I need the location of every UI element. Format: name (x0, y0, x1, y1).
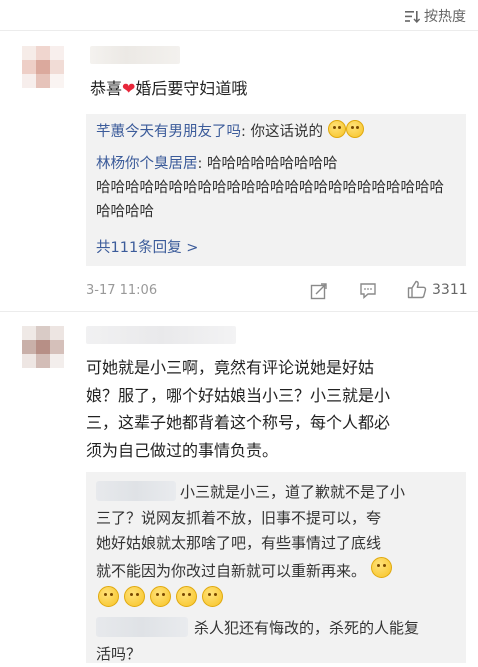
comment-content: 恭喜❤婚后要守妇道哦 (90, 76, 247, 102)
divider (0, 311, 478, 312)
sweat-smile-emoji-icon (176, 586, 197, 607)
share-icon[interactable] (310, 282, 328, 300)
reply-text-line2: 哈哈哈哈哈哈哈哈哈哈哈哈哈哈哈哈哈哈哈哈哈哈哈哈 (96, 180, 444, 196)
reply-line: 杀人犯还有悔改的，杀死的人能复 (194, 619, 420, 637)
reply-text-line1: : 哈哈哈哈哈哈哈哈哈 (197, 156, 338, 172)
comment-content: 可她就是小三啊，竟然有评论说她是好姑 娘？服了，哪个好姑娘当小三？小三就是小 三… (86, 354, 390, 464)
reply-line: 她好姑娘就太那啥了吧，有些事情过了底线 (96, 534, 382, 552)
like-button[interactable]: 3311 (407, 280, 468, 299)
thumbs-up-icon (407, 280, 427, 299)
sweat-smile-emoji-icon (150, 586, 171, 607)
sort-by-hot-button[interactable]: 按热度 (405, 6, 466, 26)
sort-label: 按热度 (424, 9, 466, 25)
comment-line: 三，这辈子她都背着这个称号，每个人都必 (86, 413, 391, 432)
comment-text: 恭喜 (90, 79, 123, 98)
timestamp: 3-17 11:06 (86, 283, 158, 298)
sweat-smile-emoji-icon (98, 586, 119, 607)
reply-username[interactable]: 林杨你个臭居居 (96, 156, 198, 172)
sweat-smile-emoji-icon (202, 586, 223, 607)
username-blurred[interactable] (90, 46, 180, 64)
sort-icon (405, 10, 420, 23)
comment-text: 婚后要守妇道哦 (135, 79, 248, 98)
username-blurred[interactable] (86, 326, 236, 344)
reply-line: 就不能因为你改过自新就可以重新再来。 (96, 561, 367, 580)
reply-line: 活吗？ (96, 644, 142, 663)
heart-emoji-icon: ❤ (122, 79, 136, 98)
comment-line: 可她就是小三啊，竟然有评论说她是好姑 (86, 358, 375, 377)
comment-line: 须为自己做过的事情负责。 (86, 440, 279, 460)
reply-item: 杀人犯还有悔改的，杀死的人能复 活吗？ (96, 616, 460, 667)
avatar[interactable] (22, 46, 64, 88)
sweat-smile-emoji-icon (370, 556, 392, 578)
sweat-smile-emoji-icon (124, 586, 145, 607)
reply-username[interactable]: 芊蕙今天有男朋友了吗 (96, 124, 241, 140)
reply-item: 芊蕙今天有男朋友了吗: 你这话说的 (96, 120, 458, 144)
laugh-cry-emoji-icon (327, 120, 346, 138)
comment-line: 娘？服了，哪个好姑娘当小三？小三就是小 (86, 385, 391, 405)
like-count: 3311 (432, 281, 468, 298)
reply-line: 小三就是小三，道了歉就不是了小 (180, 483, 406, 501)
laugh-cry-emoji-icon (345, 120, 364, 138)
avatar[interactable] (22, 326, 64, 368)
reply-item: 林杨你个臭居居: 哈哈哈哈哈哈哈哈哈 哈哈哈哈哈哈哈哈哈哈哈哈哈哈哈哈哈哈哈哈哈… (96, 152, 458, 224)
divider (0, 30, 478, 31)
emoji-row (98, 586, 223, 607)
reply-text-line3: 哈哈哈哈 (96, 204, 154, 220)
reply-item: 小三就是小三，道了歉就不是了小 三了？说网友抓着不放，旧事不提可以，夸 她好姑娘… (96, 480, 460, 584)
reply-text: : 你这话说的 (241, 124, 323, 140)
reply-line: 三了？说网友抓着不放，旧事不提可以，夸 (96, 508, 382, 527)
comment-icon[interactable] (359, 282, 377, 300)
more-replies-link[interactable]: 共111条回复 > (96, 236, 198, 257)
